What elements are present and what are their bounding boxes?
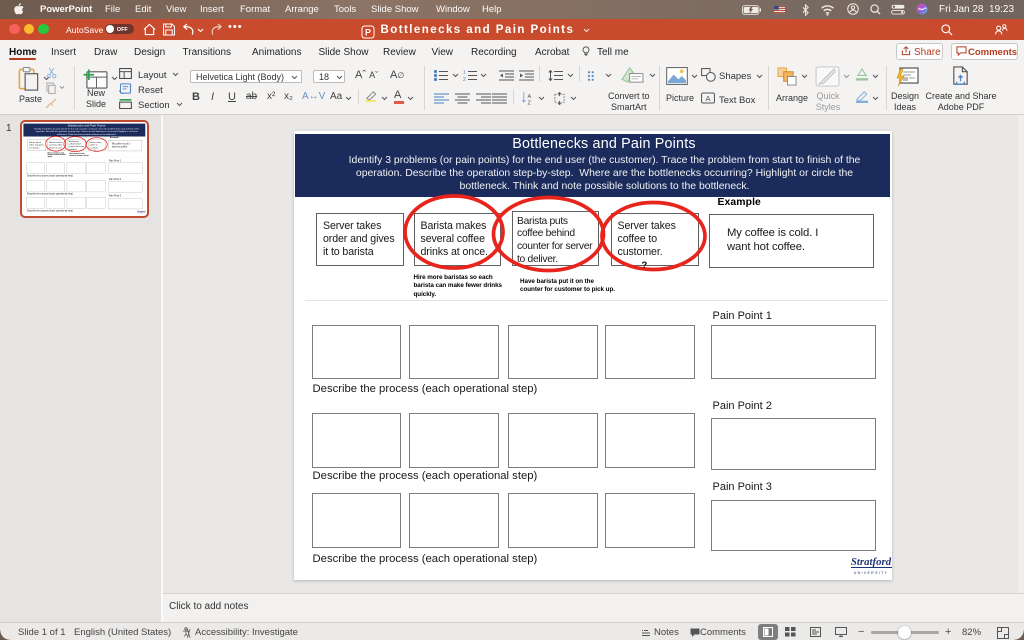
svg-text:2: 2 bbox=[463, 77, 466, 81]
svg-text:Z: Z bbox=[528, 101, 532, 105]
svg-text:A: A bbox=[706, 94, 711, 103]
svg-text:A: A bbox=[528, 94, 532, 100]
svg-text:P: P bbox=[365, 28, 371, 38]
svg-text:1: 1 bbox=[463, 70, 466, 76]
